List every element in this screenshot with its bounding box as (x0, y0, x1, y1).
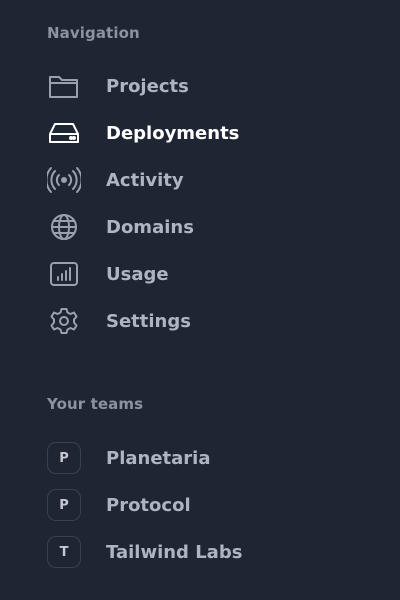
nav-label-activity: Activity (106, 169, 184, 191)
navigation-heading: Navigation (47, 24, 140, 42)
globe-icon (47, 210, 83, 244)
nav-item-projects[interactable]: Projects (47, 69, 367, 103)
nav-label-projects: Projects (106, 75, 189, 97)
nav-label-domains: Domains (106, 216, 194, 238)
nav-label-deployments: Deployments (106, 122, 240, 144)
team-item-planetaria[interactable]: P Planetaria (47, 441, 367, 475)
signal-icon (47, 163, 83, 197)
team-item-tailwind-labs[interactable]: T Tailwind Labs (47, 535, 367, 569)
nav-item-activity[interactable]: Activity (47, 163, 367, 197)
team-item-protocol[interactable]: P Protocol (47, 488, 367, 522)
nav-item-usage[interactable]: Usage (47, 257, 367, 291)
teams-heading: Your teams (47, 395, 144, 413)
sidebar: Navigation Projects Deployments Activity… (0, 0, 400, 600)
team-label-tailwind-labs: Tailwind Labs (106, 541, 243, 563)
nav-item-settings[interactable]: Settings (47, 304, 367, 338)
nav-label-settings: Settings (106, 310, 191, 332)
server-icon (47, 116, 83, 150)
team-label-protocol: Protocol (106, 494, 191, 516)
nav-item-deployments[interactable]: Deployments (47, 116, 367, 150)
nav-item-domains[interactable]: Domains (47, 210, 367, 244)
team-avatar: P (47, 442, 81, 474)
team-label-planetaria: Planetaria (106, 447, 211, 469)
folder-icon (47, 69, 83, 103)
gear-icon (47, 304, 83, 338)
team-avatar: P (47, 489, 81, 521)
nav-label-usage: Usage (106, 263, 169, 285)
bar-chart-icon (47, 257, 83, 291)
team-avatar: T (47, 536, 81, 568)
